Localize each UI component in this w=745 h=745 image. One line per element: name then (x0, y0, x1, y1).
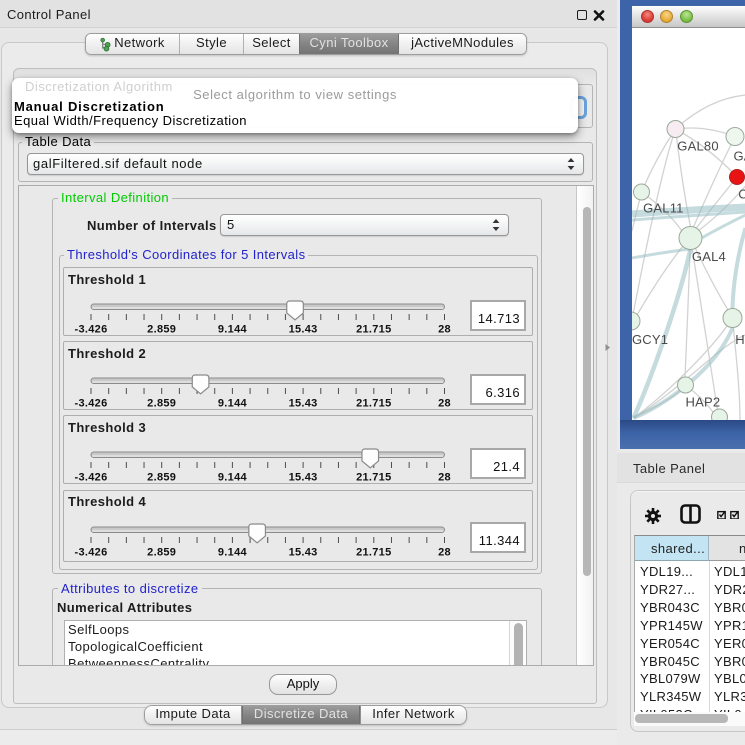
svg-text:-3.426: -3.426 (75, 324, 108, 336)
svg-text:C: C (738, 187, 745, 202)
svg-text:2.859: 2.859 (147, 398, 176, 410)
svg-text:21.715: 21.715 (356, 547, 391, 559)
svg-text:21.715: 21.715 (356, 398, 391, 410)
svg-text:H: H (735, 332, 745, 347)
svg-text:-3.426: -3.426 (75, 472, 108, 484)
svg-text:15.43: 15.43 (289, 547, 318, 559)
svg-text:9.144: 9.144 (218, 324, 248, 336)
svg-text:28: 28 (438, 547, 451, 559)
svg-text:2.859: 2.859 (147, 472, 176, 484)
svg-text:28: 28 (438, 472, 451, 484)
svg-text:GAL11: GAL11 (643, 201, 684, 216)
svg-text:21.715: 21.715 (356, 324, 391, 336)
svg-text:15.43: 15.43 (289, 324, 318, 336)
svg-text:21.715: 21.715 (356, 472, 391, 484)
svg-text:-3.426: -3.426 (75, 547, 108, 559)
svg-text:HAP2: HAP2 (685, 395, 720, 410)
svg-text:9.144: 9.144 (218, 398, 248, 410)
svg-text:-3.426: -3.426 (75, 398, 108, 410)
svg-text:9.144: 9.144 (218, 472, 248, 484)
svg-text:GAL80: GAL80 (677, 139, 718, 154)
svg-text:28: 28 (438, 324, 451, 336)
svg-text:GA: GA (733, 149, 745, 164)
svg-text:2.859: 2.859 (147, 547, 176, 559)
svg-text:15.43: 15.43 (289, 472, 318, 484)
svg-text:28: 28 (438, 398, 451, 410)
svg-text:GAL4: GAL4 (691, 249, 725, 264)
svg-text:GCY1: GCY1 (632, 332, 668, 347)
svg-text:2.859: 2.859 (147, 324, 176, 336)
svg-text:15.43: 15.43 (289, 398, 318, 410)
svg-text:9.144: 9.144 (218, 547, 248, 559)
